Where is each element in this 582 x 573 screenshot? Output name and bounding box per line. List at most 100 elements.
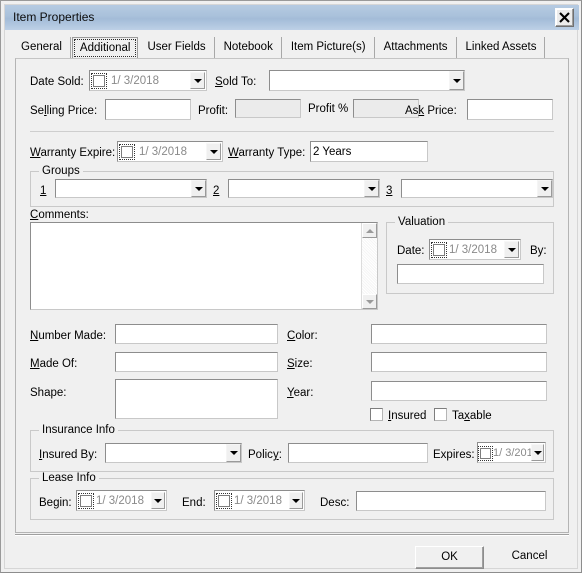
made-of-input[interactable]: [115, 352, 278, 372]
size-label: Size:: [287, 358, 313, 370]
ask-price-input[interactable]: [467, 99, 553, 120]
groups-title: Groups: [39, 165, 83, 177]
chevron-down-icon: [540, 186, 549, 191]
lease-begin-dropdown-button[interactable]: [151, 492, 165, 509]
policy-label: Policy:: [248, 449, 282, 461]
tab-user-fields[interactable]: User Fields: [141, 37, 215, 58]
button-bar-divider: [15, 534, 569, 536]
group-2-label: 2: [213, 185, 220, 197]
sold-to-dropdown-button[interactable]: [449, 71, 464, 90]
chevron-down-icon: [533, 450, 542, 455]
lease-end-label: End:: [182, 497, 206, 509]
group-1-combo[interactable]: [55, 179, 207, 198]
close-button[interactable]: [555, 8, 574, 27]
cancel-button[interactable]: Cancel: [495, 546, 564, 569]
chevron-down-icon: [229, 451, 238, 455]
warranty-expire-checkbox[interactable]: [119, 143, 135, 160]
scroll-down-button[interactable]: [362, 294, 377, 309]
title-bar[interactable]: Item Properties: [5, 5, 579, 30]
number-made-input[interactable]: [115, 324, 278, 344]
lease-end-checkbox[interactable]: [216, 492, 232, 509]
sold-to-combo[interactable]: [269, 70, 465, 91]
date-sold-value: 1/ 3/2018: [111, 74, 159, 87]
profit-percent-label: Profit %: [308, 103, 349, 115]
warranty-expire-dropdown-button[interactable]: [206, 143, 221, 160]
valuation-date-picker[interactable]: 1/ 3/2018: [429, 239, 521, 260]
tab-item-pictures[interactable]: Item Picture(s): [285, 37, 375, 58]
lease-info-title: Lease Info: [39, 472, 99, 484]
tab-strip: General Additional User Fields Notebook …: [15, 37, 569, 59]
shape-input[interactable]: [115, 379, 278, 419]
expires-dropdown-button[interactable]: [531, 444, 544, 461]
date-sold-label: Date Sold:: [30, 76, 84, 88]
color-input[interactable]: [371, 324, 547, 344]
group-2-combo[interactable]: [228, 179, 380, 198]
lease-begin-label: Begin:: [39, 497, 72, 509]
warranty-type-label: Warranty Type:: [228, 147, 306, 159]
insured-label: Insured: [388, 410, 427, 422]
year-input[interactable]: [371, 381, 547, 401]
sold-to-label: Sold To:: [215, 76, 257, 88]
additional-tab-page: Date Sold: 1/ 3/2018 Sold To: Selling Pr…: [15, 58, 569, 533]
valuation-by-label: By:: [530, 245, 547, 257]
group-3-label: 3: [386, 185, 393, 197]
tab-attachments[interactable]: Attachments: [378, 37, 457, 58]
valuation-date-checkbox[interactable]: [431, 241, 447, 258]
color-label: Color:: [287, 330, 318, 342]
warranty-expire-picker[interactable]: 1/ 3/2018: [117, 141, 223, 162]
insured-by-combo[interactable]: [105, 443, 242, 463]
selling-price-input[interactable]: [105, 99, 191, 120]
tab-linked-assets[interactable]: Linked Assets: [460, 37, 546, 58]
lease-begin-checkbox[interactable]: [78, 492, 94, 509]
warranty-type-input[interactable]: [310, 141, 428, 162]
profit-input: [235, 99, 301, 118]
expires-date-picker[interactable]: 1/ 3/2018: [477, 442, 546, 463]
item-properties-dialog: Item Properties General Additional User …: [0, 0, 582, 573]
valuation-date-label: Date:: [397, 245, 425, 257]
chevron-down-icon: [367, 186, 376, 191]
group-3-combo[interactable]: [401, 179, 553, 198]
triangle-up-icon: [365, 228, 374, 233]
tab-additional[interactable]: Additional: [71, 37, 139, 59]
chevron-down-icon: [209, 149, 218, 154]
lease-end-picker[interactable]: 1/ 3/2018: [214, 490, 305, 511]
warranty-expire-value: 1/ 3/2018: [139, 145, 187, 158]
expires-label: Expires:: [433, 449, 475, 461]
date-sold-dropdown-button[interactable]: [190, 72, 205, 89]
date-sold-picker[interactable]: 1/ 3/2018: [89, 70, 207, 91]
insured-by-dropdown-button[interactable]: [226, 444, 241, 462]
lease-desc-input[interactable]: [356, 491, 546, 511]
valuation-by-input[interactable]: [397, 264, 544, 284]
ok-button[interactable]: OK: [415, 546, 484, 569]
tab-general[interactable]: General: [15, 37, 71, 58]
chevron-down-icon: [452, 78, 461, 83]
window-title: Item Properties: [13, 10, 95, 24]
comments-textarea[interactable]: [30, 222, 378, 310]
profit-label: Profit:: [198, 105, 229, 117]
valuation-date-dropdown-button[interactable]: [504, 241, 519, 258]
scroll-up-button[interactable]: [362, 223, 377, 238]
number-made-label: Number Made:: [30, 330, 107, 342]
insured-by-label: Insured By:: [39, 449, 98, 461]
policy-input[interactable]: [288, 443, 428, 463]
ask-price-label: Ask Price:: [405, 105, 457, 117]
comments-scrollbar[interactable]: [361, 223, 377, 309]
chevron-down-icon: [507, 247, 516, 252]
triangle-down-icon: [365, 299, 374, 304]
tab-notebook[interactable]: Notebook: [218, 37, 282, 58]
lease-desc-label: Desc:: [320, 497, 350, 509]
lease-end-value: 1/ 3/2018: [234, 494, 282, 507]
group-1-label: 1: [40, 185, 47, 197]
group-3-dropdown-button[interactable]: [537, 180, 552, 197]
group-1-dropdown-button[interactable]: [191, 180, 206, 197]
date-sold-checkbox[interactable]: [91, 72, 107, 89]
lease-begin-picker[interactable]: 1/ 3/2018: [76, 490, 167, 511]
group-2-dropdown-button[interactable]: [364, 180, 379, 197]
insured-checkbox[interactable]: [370, 408, 383, 421]
expires-checkbox[interactable]: [478, 445, 493, 461]
year-label: Year:: [287, 387, 314, 399]
warranty-expire-label: Warranty Expire:: [30, 147, 116, 159]
lease-end-dropdown-button[interactable]: [289, 492, 303, 509]
size-input[interactable]: [371, 352, 547, 372]
taxable-checkbox[interactable]: [434, 408, 447, 421]
